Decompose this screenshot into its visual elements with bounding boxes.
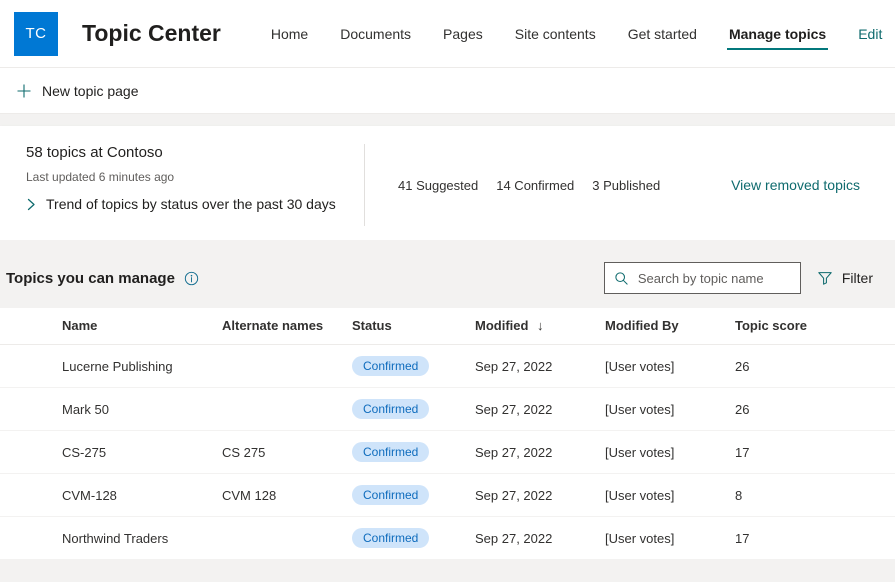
- column-header-modified-by[interactable]: Modified By: [605, 308, 735, 345]
- column-header-modified[interactable]: Modified ↓: [475, 308, 605, 345]
- alternate-names-cell: [222, 516, 352, 560]
- column-header-name[interactable]: Name: [0, 308, 222, 345]
- modified-by-cell: [User votes]: [605, 387, 735, 431]
- nav-item-home[interactable]: Home: [255, 0, 324, 68]
- nav-item-site-contents[interactable]: Site contents: [499, 0, 612, 68]
- topic-name-cell: Northwind Traders: [0, 516, 222, 560]
- modified-cell: Sep 27, 2022: [475, 344, 605, 388]
- modified-by-cell: [User votes]: [605, 473, 735, 517]
- topic-score-cell: 26: [735, 344, 895, 388]
- column-header-alternate-names[interactable]: Alternate names: [222, 308, 352, 345]
- alternate-names-cell: [222, 344, 352, 388]
- status-badge: Confirmed: [352, 399, 430, 419]
- status-badge: Confirmed: [352, 485, 430, 505]
- summary-stats: 41 Suggested 14 Confirmed 3 Published: [365, 144, 731, 226]
- list-toolbar: Topics you can manage Search by topic na…: [0, 240, 895, 308]
- topic-name-cell: Lucerne Publishing: [0, 344, 222, 388]
- trend-toggle[interactable]: Trend of topics by status over the past …: [26, 196, 344, 212]
- summary-card: 58 topics at Contoso Last updated 6 minu…: [0, 126, 895, 240]
- alternate-names-cell: [222, 387, 352, 431]
- table-row[interactable]: CS-275 CS 275 Confirmed Sep 27, 2022 [User v…: [0, 430, 895, 474]
- summary-right: View removed topics: [731, 144, 895, 226]
- table-header: Name Alternate names Status Modified ↓ Modif…: [0, 308, 895, 345]
- status-cell: Confirmed: [352, 344, 475, 388]
- status-badge: Confirmed: [352, 442, 430, 462]
- status-cell: Confirmed: [352, 473, 475, 517]
- column-header-status[interactable]: Status: [352, 308, 475, 345]
- trend-label: Trend of topics by status over the past …: [46, 196, 336, 212]
- topic-score-cell: 8: [735, 473, 895, 517]
- list-heading: Topics you can manage: [6, 270, 199, 287]
- summary-stat: 41 Suggested: [398, 177, 479, 193]
- table-header-row: Name Alternate names Status Modified ↓ Modif…: [0, 308, 895, 345]
- table-body: Lucerne Publishing Confirmed Sep 27, 2022[…: [0, 344, 895, 560]
- nav-item-manage-topics[interactable]: Manage topics: [713, 0, 842, 68]
- table-row[interactable]: Lucerne Publishing Confirmed Sep 27, 2022[…: [0, 344, 895, 388]
- table-row[interactable]: Mark 50 Confirmed Sep 27, 2022 [User votes]…: [0, 387, 895, 431]
- topic-score-cell: 17: [735, 430, 895, 474]
- column-header-topic-score[interactable]: Topic score: [735, 308, 895, 345]
- topic-name-cell: CVM-128: [0, 473, 222, 517]
- topic-name-cell: Mark 50: [0, 387, 222, 431]
- alternate-names-cell: CS 275: [222, 430, 352, 474]
- site-logo[interactable]: TC: [14, 11, 58, 56]
- page-title: Topic Center: [82, 20, 221, 46]
- topic-score-cell: 26: [735, 387, 895, 431]
- nav-item-get-started[interactable]: Get started: [612, 0, 713, 68]
- modified-by-cell: [User votes]: [605, 344, 735, 388]
- status-cell: Confirmed: [352, 430, 475, 474]
- list-title: Topics you can manage: [6, 269, 175, 287]
- modified-cell: Sep 27, 2022: [475, 387, 605, 431]
- modified-cell: Sep 27, 2022: [475, 473, 605, 517]
- status-badge: Confirmed: [352, 528, 430, 548]
- filter-label: Filter: [841, 270, 873, 286]
- filter-button[interactable]: Filter: [817, 270, 873, 286]
- table-row[interactable]: CVM-128 CVM 128 Confirmed Sep 27, 2022 [User…: [0, 473, 895, 517]
- alternate-names-cell: CVM 128: [222, 473, 352, 517]
- nav-item-documents[interactable]: Documents: [324, 0, 427, 68]
- nav-item-edit[interactable]: Edit: [842, 0, 895, 68]
- view-removed-topics-link[interactable]: View removed topics: [731, 177, 860, 193]
- info-icon[interactable]: [184, 271, 199, 286]
- topics-count-title: 58 topics at Contoso: [26, 144, 163, 161]
- search-icon: [614, 271, 629, 286]
- chevron-right-icon: [26, 198, 37, 211]
- status-cell: Confirmed: [352, 387, 475, 431]
- plus-icon: [16, 83, 32, 99]
- modified-cell: Sep 27, 2022: [475, 430, 605, 474]
- modified-cell: Sep 27, 2022: [475, 516, 605, 560]
- table-row[interactable]: Northwind Traders Confirmed Sep 27, 2022 [U…: [0, 516, 895, 560]
- list-tools: Filter: [603, 262, 873, 294]
- page-body: 58 topics at Contoso Last updated 6 minu…: [0, 126, 895, 560]
- site-header: TC Topic Center Home Documents Pages Site c…: [0, 0, 895, 68]
- modified-by-cell: [User votes]: [605, 516, 735, 560]
- top-navigation: Home Documents Pages Site contents Get start…: [255, 0, 895, 67]
- new-topic-page-button[interactable]: New topic page: [6, 73, 149, 109]
- command-bar: New topic page: [0, 68, 895, 114]
- status-badge: Confirmed: [352, 356, 430, 376]
- summary-stat: 3 Published: [592, 177, 661, 193]
- topic-name-cell: CS-275: [0, 430, 222, 474]
- search-box[interactable]: [603, 262, 801, 294]
- topics-table: Name Alternate names Status Modified ↓ Modif…: [0, 308, 895, 560]
- nav-item-pages[interactable]: Pages: [427, 0, 499, 68]
- summary-left: 58 topics at Contoso Last updated 6 minu…: [0, 144, 365, 226]
- new-topic-page-label: New topic page: [42, 82, 139, 99]
- summary-stat: 14 Confirmed: [496, 177, 575, 193]
- filter-icon: [817, 270, 833, 286]
- column-header-label: Modified: [475, 318, 529, 333]
- site-logo-text: TC: [25, 25, 47, 42]
- last-updated-text: Last updated 6 minutes ago: [26, 170, 175, 184]
- topic-score-cell: 17: [735, 516, 895, 560]
- sort-descending-icon: ↓: [533, 318, 544, 333]
- search-input[interactable]: [637, 270, 791, 286]
- modified-by-cell: [User votes]: [605, 430, 735, 474]
- status-cell: Confirmed: [352, 516, 475, 560]
